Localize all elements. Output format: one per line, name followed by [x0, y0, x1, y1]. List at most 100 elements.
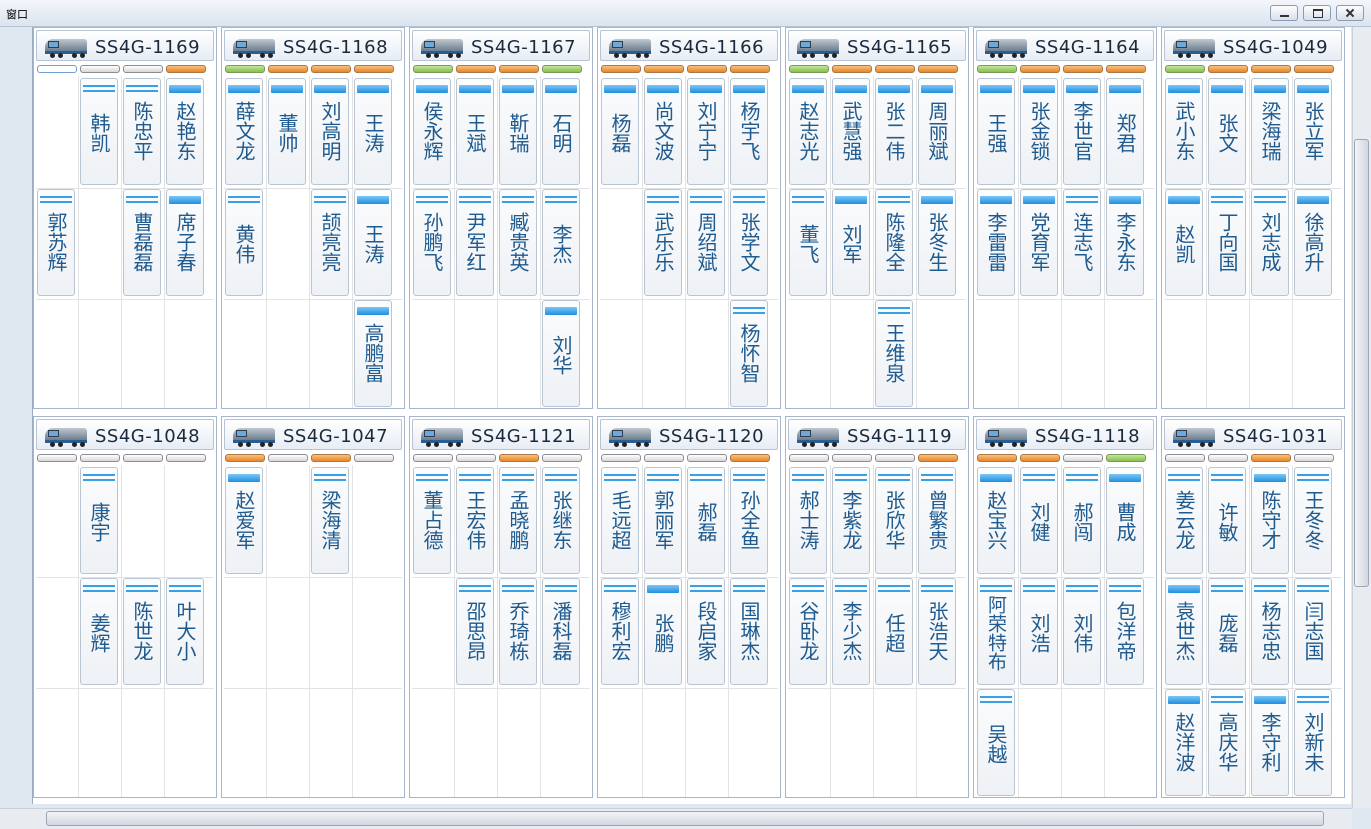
locomotive-header[interactable]: SS4G-1167	[412, 30, 590, 61]
vertical-scrollbar[interactable]	[1352, 27, 1371, 808]
status-indicator[interactable]	[123, 65, 163, 73]
minimize-button[interactable]	[1270, 5, 1298, 21]
crew-card[interactable]: 党育军	[1020, 189, 1058, 296]
crew-card[interactable]: 毛远超	[601, 467, 639, 574]
status-indicator[interactable]	[918, 65, 958, 73]
crew-card[interactable]: 刘宁宁	[687, 78, 725, 185]
crew-card[interactable]: 韩凯	[80, 78, 118, 185]
status-indicator[interactable]	[601, 454, 641, 462]
status-indicator[interactable]	[80, 454, 120, 462]
status-indicator[interactable]	[977, 65, 1017, 73]
crew-card[interactable]: 黄伟	[225, 189, 263, 296]
crew-card[interactable]: 张冬生	[918, 189, 956, 296]
status-indicator[interactable]	[80, 65, 120, 73]
crew-card[interactable]: 郑君	[1106, 78, 1144, 185]
crew-card[interactable]: 赵洋波	[1165, 689, 1203, 796]
locomotive-header[interactable]: SS4G-1169	[36, 30, 214, 61]
crew-card[interactable]: 国琳杰	[730, 578, 768, 685]
crew-card[interactable]: 刘伟	[1063, 578, 1101, 685]
crew-card[interactable]: 张欣华	[875, 467, 913, 574]
crew-card[interactable]: 王斌	[456, 78, 494, 185]
status-indicator[interactable]	[1294, 454, 1334, 462]
crew-card[interactable]: 任超	[875, 578, 913, 685]
crew-card[interactable]: 郝磊	[687, 467, 725, 574]
crew-card[interactable]: 侯永辉	[413, 78, 451, 185]
crew-card[interactable]: 薛文龙	[225, 78, 263, 185]
crew-card[interactable]: 张文	[1208, 78, 1246, 185]
crew-card[interactable]: 曾繁贵	[918, 467, 956, 574]
status-indicator[interactable]	[1251, 65, 1291, 73]
status-indicator[interactable]	[542, 454, 582, 462]
crew-card[interactable]: 王冬冬	[1294, 467, 1332, 574]
status-indicator[interactable]	[1020, 65, 1060, 73]
status-indicator[interactable]	[1208, 65, 1248, 73]
crew-card[interactable]: 颉亮亮	[311, 189, 349, 296]
status-indicator[interactable]	[37, 454, 77, 462]
status-indicator[interactable]	[687, 454, 727, 462]
status-indicator[interactable]	[832, 454, 872, 462]
crew-card[interactable]: 席子春	[166, 189, 204, 296]
crew-card[interactable]: 杨志忠	[1251, 578, 1289, 685]
crew-card[interactable]: 高庆华	[1208, 689, 1246, 796]
crew-card[interactable]: 李永东	[1106, 189, 1144, 296]
status-indicator[interactable]	[601, 65, 641, 73]
status-indicator[interactable]	[644, 454, 684, 462]
crew-card[interactable]: 王涛	[354, 78, 392, 185]
crew-card[interactable]: 郭苏辉	[37, 189, 75, 296]
locomotive-header[interactable]: SS4G-1164	[976, 30, 1154, 61]
crew-card[interactable]: 阿荣特布	[977, 578, 1015, 685]
status-indicator[interactable]	[1251, 454, 1291, 462]
crew-card[interactable]: 包洋帝	[1106, 578, 1144, 685]
vertical-scroll-thumb[interactable]	[1354, 139, 1369, 587]
crew-card[interactable]: 梁海清	[311, 467, 349, 574]
status-indicator[interactable]	[1106, 65, 1146, 73]
locomotive-header[interactable]: SS4G-1121	[412, 419, 590, 450]
crew-card[interactable]: 丁向国	[1208, 189, 1246, 296]
crew-card[interactable]: 李雷雷	[977, 189, 1015, 296]
crew-card[interactable]: 乔琦栋	[499, 578, 537, 685]
crew-card[interactable]: 潘科磊	[542, 578, 580, 685]
crew-card[interactable]: 闫志国	[1294, 578, 1332, 685]
crew-card[interactable]: 刘志成	[1251, 189, 1289, 296]
crew-card[interactable]: 杨宇飞	[730, 78, 768, 185]
status-indicator[interactable]	[268, 454, 308, 462]
crew-card[interactable]: 姜云龙	[1165, 467, 1203, 574]
horizontal-scroll-thumb[interactable]	[46, 811, 1324, 826]
locomotive-header[interactable]: SS4G-1047	[224, 419, 402, 450]
close-button[interactable]	[1336, 5, 1364, 21]
crew-card[interactable]: 曹磊磊	[123, 189, 161, 296]
status-indicator[interactable]	[354, 65, 394, 73]
crew-card[interactable]: 武慧强	[832, 78, 870, 185]
crew-card[interactable]: 王维泉	[875, 300, 913, 407]
status-indicator[interactable]	[977, 454, 1017, 462]
crew-card[interactable]: 郝闯	[1063, 467, 1101, 574]
status-indicator[interactable]	[1294, 65, 1334, 73]
status-indicator[interactable]	[687, 65, 727, 73]
status-indicator[interactable]	[918, 454, 958, 462]
crew-card[interactable]: 叶大小	[166, 578, 204, 685]
status-indicator[interactable]	[875, 65, 915, 73]
maximize-button[interactable]	[1303, 5, 1331, 21]
horizontal-scrollbar[interactable]	[0, 808, 1352, 829]
locomotive-header[interactable]: SS4G-1049	[1164, 30, 1342, 61]
status-indicator[interactable]	[875, 454, 915, 462]
crew-card[interactable]: 周绍斌	[687, 189, 725, 296]
status-indicator[interactable]	[311, 65, 351, 73]
crew-card[interactable]: 郭丽军	[644, 467, 682, 574]
crew-card[interactable]: 李世官	[1063, 78, 1101, 185]
crew-card[interactable]: 陈守才	[1251, 467, 1289, 574]
status-indicator[interactable]	[225, 454, 265, 462]
status-indicator[interactable]	[832, 65, 872, 73]
crew-card[interactable]: 董飞	[789, 189, 827, 296]
crew-card[interactable]: 张金锁	[1020, 78, 1058, 185]
crew-card[interactable]: 李守利	[1251, 689, 1289, 796]
status-indicator[interactable]	[268, 65, 308, 73]
crew-card[interactable]: 孟晓鹏	[499, 467, 537, 574]
crew-card[interactable]: 曹成	[1106, 467, 1144, 574]
crew-card[interactable]: 赵爱军	[225, 467, 263, 574]
crew-card[interactable]: 王强	[977, 78, 1015, 185]
locomotive-header[interactable]: SS4G-1166	[600, 30, 778, 61]
status-indicator[interactable]	[730, 454, 770, 462]
crew-card[interactable]: 石明	[542, 78, 580, 185]
crew-card[interactable]: 张鹏	[644, 578, 682, 685]
